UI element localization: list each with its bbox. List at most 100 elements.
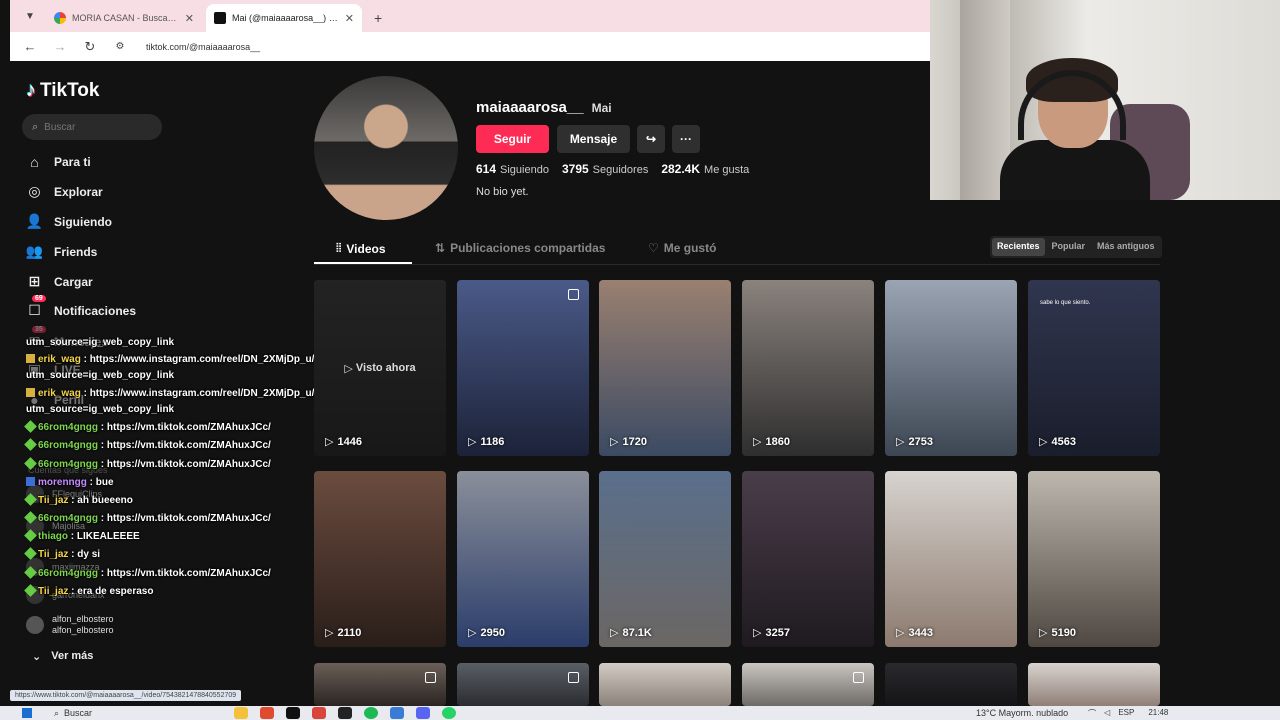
sort-oldest[interactable]: Más antiguos — [1092, 238, 1160, 256]
sidebar-item-label: Friends — [54, 244, 98, 259]
language-indicator[interactable]: ESP — [1118, 708, 1134, 719]
back-icon[interactable]: ← — [22, 39, 38, 54]
view-count: ▷ 1186 — [468, 435, 504, 449]
chat-message: 66rom4gngg : https://vm.tiktok.com/ZMAhu… — [24, 438, 271, 451]
profile-bio: No bio yet. — [476, 186, 529, 198]
video-tile-partial[interactable] — [599, 663, 731, 706]
video-tile[interactable]: ▷ 1186 — [457, 280, 589, 456]
search-box[interactable]: ⌕ — [22, 114, 162, 140]
stat-followers[interactable]: 3795 Seguidores — [562, 162, 648, 176]
tiktok-logo[interactable]: ♪ TikTok — [26, 79, 99, 102]
clock[interactable]: 21:48 — [1148, 709, 1168, 717]
video-tile-partial[interactable] — [457, 663, 589, 706]
video-tile[interactable]: ▷ 5190 — [1028, 471, 1160, 647]
share-button[interactable]: ↪ — [637, 125, 665, 153]
view-count: ▷ 2110 — [325, 626, 361, 640]
tab-list-icon[interactable]: ▼ — [18, 4, 42, 28]
grid-icon: ⦙⦙ — [336, 241, 342, 255]
status-bar-link: https://www.tiktok.com/@maiaaaarosa__/vi… — [10, 690, 242, 701]
browser-tab-tiktok[interactable]: Mai (@maiaaaarosa__) | TikTok ✕ — [206, 4, 362, 32]
chat-badge-icon — [26, 477, 35, 486]
vscode-icon[interactable] — [390, 707, 404, 719]
whatsapp-icon[interactable] — [442, 707, 456, 719]
video-tile-partial[interactable] — [742, 663, 874, 706]
video-tile[interactable]: ▷ 3257 — [742, 471, 874, 647]
message-button[interactable]: Mensaje — [557, 125, 630, 153]
followed-account[interactable]: alfon_elbostero alfon_elbostero — [26, 614, 114, 636]
search-icon: ⌕ — [32, 120, 39, 133]
taskbar-search[interactable]: ⌕ Buscar — [54, 708, 184, 719]
video-tile[interactable]: sabe lo que siento. ▷ 4563 — [1028, 280, 1160, 456]
sort-recent[interactable]: Recientes — [992, 238, 1045, 256]
tab-liked[interactable]: ♡ Me gustó — [648, 241, 716, 255]
message-badge: 35 — [32, 326, 46, 333]
discord-icon[interactable] — [416, 707, 430, 719]
spotify-icon[interactable] — [364, 707, 378, 719]
volume-icon[interactable]: ◁ — [1104, 708, 1110, 719]
video-tile[interactable]: ▷ 3443 — [885, 471, 1017, 647]
sidebar-item-friends[interactable]: 👥 Friends — [25, 243, 98, 260]
view-count-value: 3257 — [765, 626, 790, 639]
chat-text: : https://vm.tiktok.com/ZMAhuxJCc/ — [100, 513, 271, 524]
sort-popular[interactable]: Popular — [1047, 238, 1091, 256]
video-tile-partial[interactable] — [314, 663, 446, 706]
sidebar-item-explorar[interactable]: ◎ Explorar — [26, 183, 102, 200]
friends-icon: 👥 — [25, 243, 44, 259]
play-icon: ▷ — [753, 627, 762, 639]
play-icon: ▷ — [468, 627, 477, 639]
browser-tab-google[interactable]: MORIA CASAN - Buscar con Google ✕ — [46, 4, 202, 32]
search-input[interactable] — [44, 121, 145, 133]
close-tab-icon[interactable]: ✕ — [345, 12, 354, 25]
video-tile[interactable]: ▷ 1720 — [599, 280, 731, 456]
network-icon[interactable]: ⌒ — [1088, 708, 1096, 719]
tab-reposts[interactable]: ⇅ Publicaciones compartidas — [435, 241, 605, 255]
video-tile[interactable]: ▷ 2110 — [314, 471, 446, 647]
tiktok-app-icon[interactable] — [286, 707, 300, 719]
sidebar-item-notificaciones[interactable]: ☐ 69 Notificaciones — [26, 295, 136, 319]
browser-icon[interactable] — [312, 707, 326, 719]
video-tile-partial[interactable] — [885, 663, 1017, 706]
follow-button[interactable]: Seguir — [476, 125, 549, 153]
sidebar-item-cargar[interactable]: ⊞ Cargar — [26, 273, 93, 290]
obs-icon[interactable] — [338, 707, 352, 719]
video-tile-partial[interactable] — [1028, 663, 1160, 706]
repost-icon: ⇅ — [435, 241, 446, 255]
sidebar-item-label: Siguiendo — [54, 214, 112, 229]
stat-value: 614 — [476, 162, 497, 176]
system-tray: ⌒ ◁ ESP — [1088, 708, 1134, 719]
site-info-icon[interactable]: ⚙ — [112, 41, 128, 52]
file-explorer-icon[interactable] — [234, 707, 248, 719]
video-tile[interactable]: ▷ 2753 — [885, 280, 1017, 456]
sidebar-item-siguiendo[interactable]: 👤 Siguiendo — [26, 213, 112, 230]
stat-likes: 282.4K Me gusta — [661, 162, 749, 176]
video-tile[interactable]: ▷ 2950 — [457, 471, 589, 647]
stat-following[interactable]: 614 Siguiendo — [476, 162, 549, 176]
view-count-value: 5190 — [1051, 626, 1076, 639]
more-options-button[interactable]: ··· — [672, 125, 700, 153]
reload-icon[interactable]: ↻ — [82, 39, 98, 55]
windows-start-icon[interactable] — [22, 708, 32, 718]
weather-widget[interactable]: 13°C Mayorm. nublado — [976, 708, 1068, 718]
sidebar-item-para-ti[interactable]: ⌂ Para ti — [26, 153, 90, 170]
browser-chrome: ▼ MORIA CASAN - Buscar con Google ✕ Mai … — [10, 0, 930, 61]
tab-videos[interactable]: ⦙⦙ Videos — [336, 241, 386, 256]
profile-stats: 614 Siguiendo 3795 Seguidores 282.4K Me gus… — [476, 162, 749, 176]
profile-avatar[interactable] — [314, 76, 458, 220]
view-count-value: 3443 — [908, 626, 933, 639]
account-name: alfon_elbostero — [52, 614, 114, 624]
url-field[interactable]: tiktok.com/@maiaaaarosa__ — [146, 42, 260, 52]
see-more-button[interactable]: ⌄ Ver más — [32, 650, 93, 663]
notification-badge: 69 — [32, 295, 46, 302]
video-tile[interactable]: ▷ 1860 — [742, 280, 874, 456]
forward-icon[interactable]: → — [52, 39, 68, 54]
new-tab-icon[interactable]: + — [366, 10, 390, 26]
chrome-icon[interactable] — [260, 707, 274, 719]
chat-badge-icon — [24, 529, 37, 542]
video-tile[interactable]: ▷ 87.1K — [599, 471, 731, 647]
video-tile[interactable]: ▷ Visto ahora ▷ 1446 — [314, 280, 446, 456]
watched-overlay: ▷ Visto ahora — [314, 280, 446, 456]
close-tab-icon[interactable]: ✕ — [185, 12, 194, 25]
avatar — [26, 616, 44, 634]
chat-text: : ah bueeeno — [71, 495, 133, 506]
chat-message: utm_source=ig_web_copy_link — [26, 404, 174, 415]
